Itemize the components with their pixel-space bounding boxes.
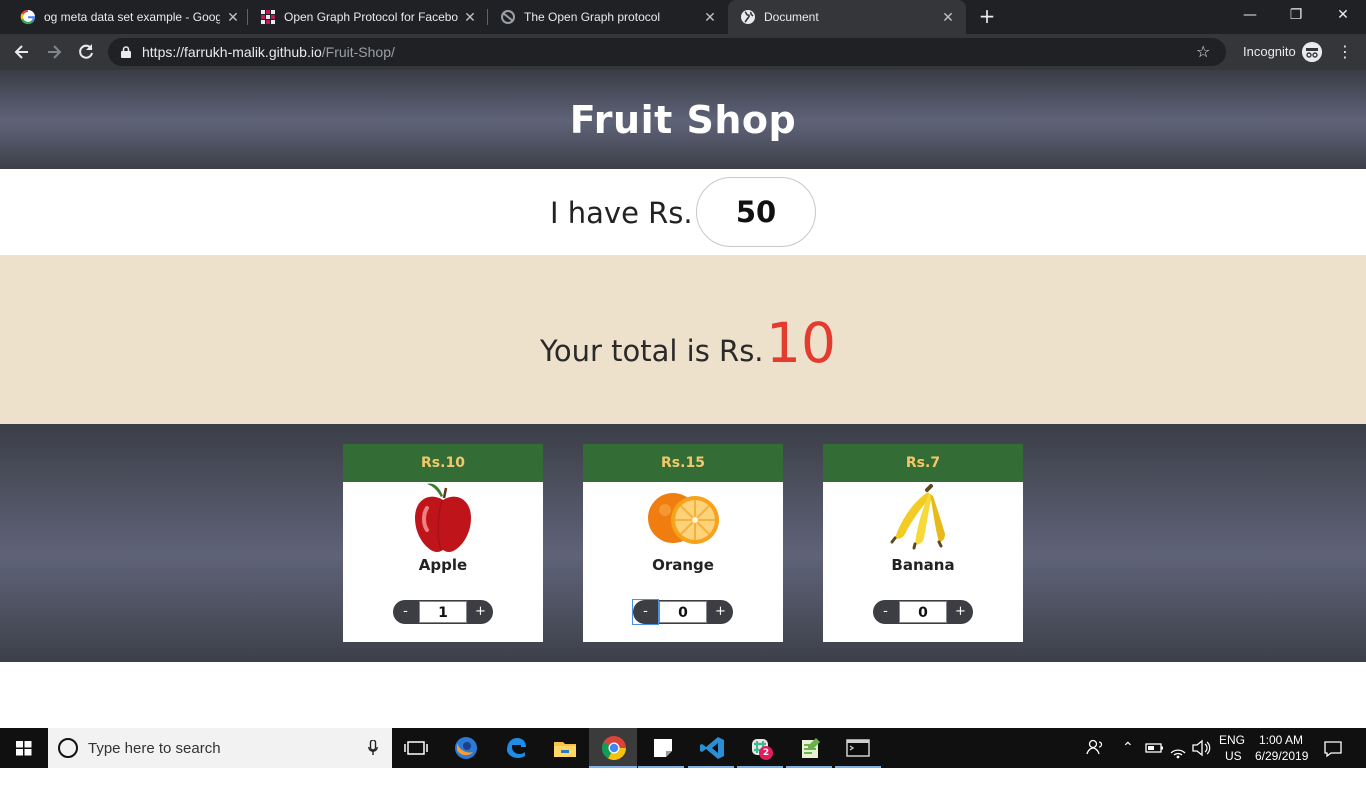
- slack-badge: 2: [759, 746, 773, 760]
- quantity-stepper: - 0 +: [632, 599, 733, 625]
- banana-icon: [890, 484, 945, 550]
- close-icon[interactable]: ✕: [940, 9, 956, 25]
- windows-taskbar: Type here to search 2 ⌃ ENG US 1:00 AM 6…: [0, 728, 1366, 768]
- windows-start-icon[interactable]: [0, 728, 48, 768]
- chevron-up-icon[interactable]: ⌃: [1122, 739, 1134, 779]
- close-icon[interactable]: ✕: [225, 9, 241, 25]
- taskbar-chrome-active[interactable]: [589, 728, 637, 768]
- cortana-icon: [58, 738, 78, 758]
- total-label: Your total is Rs.: [540, 334, 764, 368]
- search-placeholder: Type here to search: [88, 740, 221, 757]
- minimize-button[interactable]: —: [1238, 5, 1262, 25]
- total-value: 10: [766, 311, 836, 375]
- forward-icon[interactable]: [43, 41, 65, 63]
- tab-label: Open Graph Protocol for Facebo: [284, 10, 459, 24]
- file-explorer-icon[interactable]: [550, 733, 580, 763]
- restore-button[interactable]: ❐: [1284, 5, 1308, 25]
- tab-document[interactable]: Document ✕: [728, 0, 966, 34]
- sticky-notes-icon[interactable]: [648, 733, 678, 763]
- bookmark-star-icon[interactable]: ☆: [1196, 43, 1214, 61]
- tab-open-graph-protocol[interactable]: The Open Graph protocol ✕: [488, 0, 726, 34]
- product-name: Apple: [418, 556, 468, 574]
- product-name: Banana: [891, 556, 955, 574]
- globe-icon: [741, 10, 755, 24]
- browser-tab-strip: og meta data set example - Goog ✕ Open G…: [0, 0, 1366, 34]
- decrement-button[interactable]: -: [873, 600, 898, 624]
- firefox-icon[interactable]: [451, 733, 481, 763]
- volume-icon[interactable]: [1186, 733, 1216, 763]
- vscode-icon[interactable]: [697, 733, 727, 763]
- browser-toolbar: https://farrukh-malik.github.io/Fruit-Sh…: [0, 34, 1366, 70]
- lock-icon: [121, 46, 131, 58]
- tab-label: og meta data set example - Goog: [44, 10, 220, 24]
- tab-label: Document: [764, 10, 819, 24]
- tab-open-graph-facebook[interactable]: Open Graph Protocol for Facebo ✕: [248, 0, 486, 34]
- decrement-button[interactable]: -: [393, 600, 418, 624]
- notepad-icon[interactable]: [795, 733, 825, 763]
- quantity-stepper: - 1 +: [393, 600, 493, 624]
- chrome-icon: [601, 736, 626, 761]
- apple-icon: [415, 483, 471, 552]
- products-shelf: Rs.10 Apple - 1 + Rs.15 Orange - 0 + Rs.…: [0, 424, 1366, 662]
- quantity-stepper: - 0 +: [873, 600, 973, 624]
- quantity-input[interactable]: 0: [899, 601, 947, 623]
- ogp-logo-icon: [501, 10, 515, 24]
- url-host: https://farrukh-malik.github.io: [142, 44, 322, 60]
- url-text: https://farrukh-malik.github.io/Fruit-Sh…: [142, 44, 395, 60]
- price-label: Rs.15: [583, 444, 783, 482]
- reload-icon[interactable]: [75, 41, 97, 63]
- price-label: Rs.10: [343, 444, 543, 482]
- tab-label: The Open Graph protocol: [524, 10, 661, 24]
- quantity-input[interactable]: 1: [419, 601, 467, 623]
- action-center-icon[interactable]: [1318, 733, 1348, 763]
- price-label: Rs.7: [823, 444, 1023, 482]
- page-content: Fruit Shop I have Rs. Your total is Rs. …: [0, 70, 1366, 728]
- increment-button[interactable]: +: [468, 600, 493, 624]
- budget-input[interactable]: [696, 177, 816, 247]
- microphone-icon[interactable]: [368, 740, 378, 756]
- close-icon[interactable]: ✕: [702, 9, 718, 25]
- increment-button[interactable]: +: [708, 600, 733, 624]
- product-name: Orange: [652, 556, 714, 574]
- decrement-button[interactable]: -: [632, 599, 659, 625]
- clock-date: 6/29/2019: [1255, 749, 1309, 763]
- product-card-banana: Rs.7 Banana - 0 +: [823, 444, 1023, 642]
- grid-logo-icon: [261, 10, 275, 24]
- close-icon[interactable]: ✕: [462, 9, 478, 25]
- new-tab-button[interactable]: +: [978, 6, 996, 26]
- menu-icon[interactable]: ⋮: [1337, 42, 1353, 62]
- back-icon[interactable]: [11, 41, 33, 63]
- language-region: US: [1225, 749, 1242, 763]
- header-banner: Fruit Shop: [0, 70, 1366, 169]
- budget-section: I have Rs.: [0, 169, 1366, 255]
- increment-button[interactable]: +: [948, 600, 973, 624]
- quantity-input[interactable]: 0: [659, 601, 707, 623]
- url-path: /Fruit-Shop/: [321, 44, 395, 60]
- page-title: Fruit Shop: [569, 98, 797, 142]
- terminal-icon[interactable]: [843, 733, 873, 763]
- incognito-label: Incognito: [1243, 44, 1296, 59]
- taskbar-search[interactable]: Type here to search: [48, 728, 392, 768]
- product-card-orange: Rs.15 Orange - 0 +: [583, 444, 783, 642]
- product-card-apple: Rs.10 Apple - 1 +: [343, 444, 543, 642]
- orange-icon: [648, 493, 719, 544]
- google-icon: [20, 9, 35, 25]
- total-section: Your total is Rs. 10: [0, 255, 1366, 424]
- incognito-icon[interactable]: [1302, 42, 1322, 62]
- people-icon[interactable]: [1080, 733, 1110, 763]
- edge-icon[interactable]: [501, 733, 531, 763]
- task-view-icon[interactable]: [401, 733, 431, 763]
- address-bar[interactable]: https://farrukh-malik.github.io/Fruit-Sh…: [108, 38, 1226, 66]
- window-close-button[interactable]: ✕: [1331, 5, 1355, 25]
- tab-google-search[interactable]: og meta data set example - Goog ✕: [8, 0, 246, 34]
- budget-label: I have Rs.: [550, 196, 693, 230]
